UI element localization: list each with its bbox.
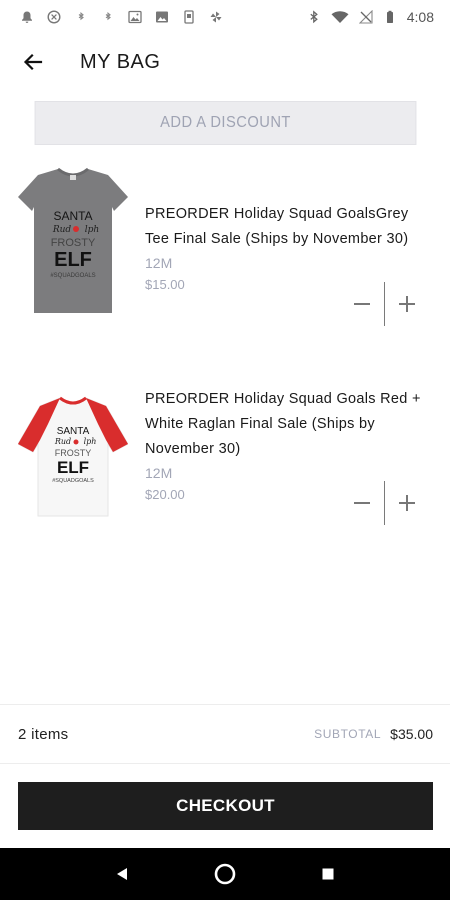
notification-bell-icon (20, 10, 34, 24)
decrease-quantity-button[interactable] (348, 489, 376, 517)
quantity-divider (384, 481, 385, 525)
rudolph-nose-dot (73, 439, 79, 445)
status-right: 4:08 (307, 9, 434, 25)
status-left (20, 10, 223, 24)
shirt-script-rudolph: Rud (52, 225, 72, 235)
wifi-icon (331, 10, 349, 24)
status-bar: 4:08 (0, 0, 450, 34)
cart-item: SANTA Rud lph FROSTY ELF #SQUADGOALS PRE… (0, 166, 450, 336)
subtotal: SUBTOTAL $35.00 (314, 726, 433, 742)
system-nav-bar (0, 848, 450, 900)
shirt-text-frosty: FROSTY (51, 237, 96, 249)
bluetooth-small-icon (74, 10, 88, 24)
bluetooth-icon (307, 10, 321, 24)
minus-icon (354, 502, 370, 504)
phone-app-icon (182, 10, 196, 24)
shirt-text-squadgoals: #SQUADGOALS (52, 478, 94, 484)
status-time: 4:08 (406, 9, 434, 25)
recents-square-icon (322, 868, 334, 880)
item-title[interactable]: PREORDER Holiday Squad GoalsGrey Tee Fin… (145, 202, 435, 252)
svg-text:lph: lph (84, 437, 97, 446)
svg-text:lph: lph (85, 225, 99, 235)
back-triangle-icon (116, 868, 127, 880)
plus-icon (399, 296, 415, 312)
nav-home-button[interactable] (210, 859, 240, 889)
cart-item: SANTA Rud lph FROSTY ELF #SQUADGOALS PRE… (0, 385, 450, 535)
rudolph-nose-dot (73, 226, 79, 232)
image-icon (155, 10, 169, 24)
red-white-raglan-image[interactable]: SANTA Rud lph FROSTY ELF #SQUADGOALS (18, 385, 128, 535)
nav-back-button[interactable] (107, 859, 137, 889)
shirt-text-santa: SANTA (57, 426, 90, 437)
back-button[interactable] (18, 47, 48, 77)
photo-icon (128, 10, 142, 24)
items-count: 2 items (18, 725, 69, 743)
quantity-stepper (348, 282, 428, 326)
bluetooth-small-icon (101, 10, 115, 24)
footer-divider (0, 763, 450, 764)
svg-text:Rud: Rud (54, 437, 71, 446)
increase-quantity-button[interactable] (393, 290, 421, 318)
item-size: 12M (145, 255, 173, 271)
shirt-text-frosty: FROSTY (55, 448, 92, 458)
item-title[interactable]: PREORDER Holiday Squad Goals Red + White… (145, 387, 435, 462)
shirt-text-santa: SANTA (53, 209, 92, 223)
checkout-button[interactable]: CHECKOUT (18, 782, 433, 830)
arrow-left-icon (23, 53, 43, 71)
decrease-quantity-button[interactable] (348, 290, 376, 318)
item-price: $15.00 (145, 277, 185, 292)
item-size: 12M (145, 465, 173, 481)
item-price: $20.00 (145, 487, 185, 502)
add-discount-button[interactable]: ADD A DISCOUNT (34, 101, 417, 145)
subtotal-label: SUBTOTAL (314, 727, 382, 741)
hidden-circle-icon (47, 10, 61, 24)
subtotal-value: $35.00 (390, 726, 433, 742)
increase-quantity-button[interactable] (393, 489, 421, 517)
battery-icon (383, 10, 397, 24)
pinwheel-icon (209, 10, 223, 24)
shirt-text-elf: ELF (54, 249, 92, 271)
header: MY BAG (0, 34, 450, 90)
no-signal-icon (358, 10, 373, 24)
plus-icon (399, 495, 415, 511)
home-circle-icon (214, 863, 236, 885)
minus-icon (354, 303, 370, 305)
page-title: MY BAG (80, 50, 161, 73)
order-summary: 2 items SUBTOTAL $35.00 (0, 705, 450, 763)
nav-recents-button[interactable] (313, 859, 343, 889)
quantity-stepper (348, 481, 428, 525)
shirt-text-squadgoals: #SQUADGOALS (50, 273, 95, 279)
grey-tee-image[interactable]: SANTA Rud lph FROSTY ELF #SQUADGOALS (18, 166, 128, 316)
quantity-divider (384, 282, 385, 326)
shirt-text-elf: ELF (57, 458, 89, 477)
